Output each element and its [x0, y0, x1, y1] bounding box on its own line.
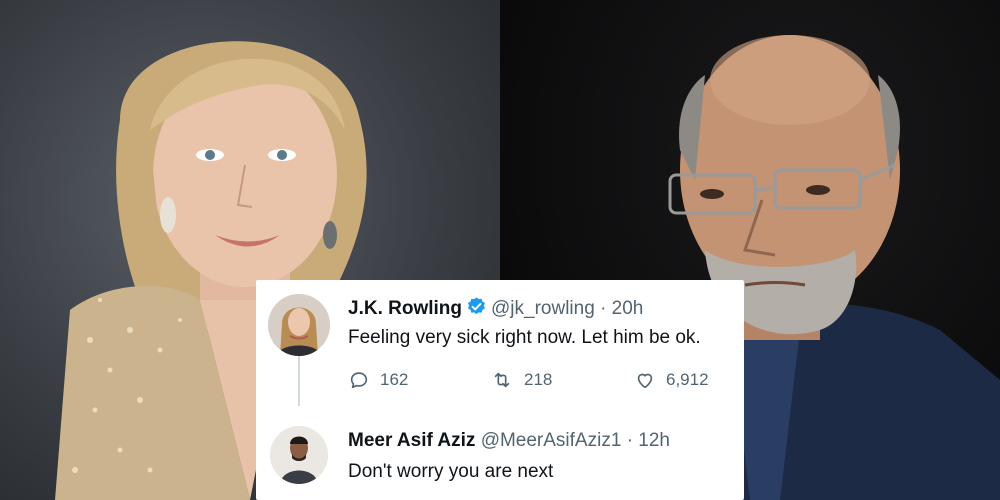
jk-rowling-avatar[interactable] [268, 294, 330, 356]
reply-author-handle[interactable]: @MeerAsifAziz1 [481, 430, 622, 451]
like-button[interactable]: 6,912 [634, 369, 709, 391]
reply-header: Meer Asif Aziz @MeerAsifAziz1 · 12h [348, 430, 734, 452]
retweet-icon [494, 372, 510, 388]
reply-author-name[interactable]: Meer Asif Aziz [348, 430, 475, 451]
meme-composite: J.K. Rowling @jk_rowling · 20h Feeling ve… [0, 0, 1000, 500]
tweet-header: J.K. Rowling @jk_rowling · 20h [348, 296, 734, 323]
reply-count: 162 [380, 370, 409, 389]
reply-icon [350, 372, 368, 389]
tweet-time[interactable]: 20h [612, 298, 644, 319]
author-name[interactable]: J.K. Rowling [348, 298, 462, 319]
avatar-portrait-icon [270, 426, 328, 484]
reply-time[interactable]: 12h [638, 430, 670, 451]
verified-badge-icon [466, 296, 487, 323]
reply-button[interactable]: 162 [348, 369, 408, 391]
reply-separator-dot: · [626, 430, 634, 451]
retweet-count: 218 [524, 370, 553, 389]
heart-icon [637, 373, 653, 389]
tweet-text: Feeling very sick right now. Let him be … [348, 327, 701, 348]
avatar-portrait-icon [268, 294, 330, 356]
tweet-screenshot-card: J.K. Rowling @jk_rowling · 20h Feeling ve… [256, 280, 744, 500]
retweet-button[interactable]: 218 [490, 369, 552, 391]
tweet-action-bar: 162 218 6,912 [348, 369, 724, 397]
separator-dot: · [600, 298, 607, 319]
meer-asif-aziz-avatar[interactable] [270, 426, 328, 484]
author-handle[interactable]: @jk_rowling [491, 298, 595, 319]
reply-text: Don't worry you are next [348, 461, 554, 482]
like-count: 6,912 [666, 370, 709, 389]
